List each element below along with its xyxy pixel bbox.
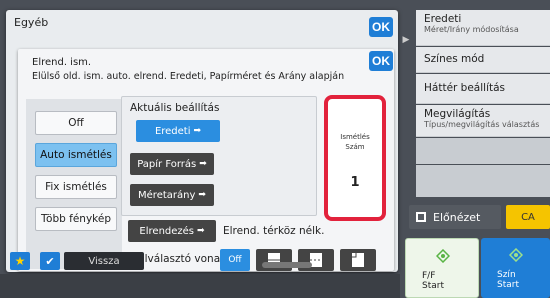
mode-multi-photo-button[interactable]: Több fénykép xyxy=(35,207,117,231)
preview-icon xyxy=(416,212,426,222)
right-item-background[interactable]: Háttér beállítás xyxy=(416,74,550,104)
separator-option-3-button[interactable] xyxy=(340,249,376,271)
preview-button[interactable]: Előnézet xyxy=(409,205,501,229)
mode-auto-repeat-button[interactable]: Auto ismétlés xyxy=(35,143,117,167)
back-button[interactable]: Vissza xyxy=(64,252,144,270)
separator-off-button[interactable]: Off xyxy=(220,249,250,271)
bw-start-button[interactable]: F/F Start xyxy=(405,238,479,298)
right-item-title: Megvilágítás xyxy=(424,108,491,120)
right-item-title: Színes mód xyxy=(424,53,485,65)
current-settings-box: Aktuális beállítás Eredeti ➡ Papír Forrá… xyxy=(121,96,317,216)
color-start-label: Szín Start xyxy=(497,270,519,290)
layout-button[interactable]: Elrendezés ➡ xyxy=(128,220,216,242)
bw-start-line1: F/F xyxy=(422,271,436,281)
right-item-title: Háttér beállítás xyxy=(424,82,506,94)
color-start-button[interactable]: Szín Start xyxy=(481,238,550,298)
right-item-exposure[interactable]: Megvilágítás Típus/megvilágítás választá… xyxy=(416,105,550,137)
repeat-count-label-line2: Szám xyxy=(345,143,365,151)
repeat-count-label-line1: Ismétlés xyxy=(340,133,370,141)
arrow-right-icon: ➡ xyxy=(193,126,202,136)
right-item-subtitle: Méret/Irány módosítása xyxy=(424,25,519,34)
bottom-bar xyxy=(0,274,400,298)
repeat-mode-list: Off Auto ismétlés Fix ismétlés Több fény… xyxy=(26,99,122,269)
diamond-start-icon xyxy=(436,249,450,263)
right-item-original[interactable]: Eredeti Méret/Irány módosítása xyxy=(416,10,550,46)
outer-panel-title: Egyéb xyxy=(14,16,49,29)
page-corner-icon xyxy=(352,253,364,267)
right-empty-slot xyxy=(416,138,550,164)
checkmark-icon[interactable]: ✔ xyxy=(40,252,60,270)
arrow-right-icon: ➡ xyxy=(197,226,205,236)
mode-off-button[interactable]: Off xyxy=(35,111,117,135)
arrow-right-icon: ➡ xyxy=(198,190,206,200)
dialog-title: Elrend. ism. xyxy=(32,57,92,68)
clear-all-button[interactable]: CA xyxy=(506,205,550,229)
right-empty-slot xyxy=(416,165,550,197)
original-button-label: Eredeti xyxy=(154,125,191,137)
repeat-count-value: 1 xyxy=(350,175,360,190)
original-button[interactable]: Eredeti ➡ xyxy=(136,120,220,142)
separator-line-label: Elválasztó vonal xyxy=(138,253,224,265)
side-expand-icon[interactable]: ▶ xyxy=(398,30,414,50)
repeat-count-box[interactable]: Ismétlés Szám 1 xyxy=(324,95,386,221)
paper-source-button[interactable]: Papír Forrás ➡ xyxy=(130,153,214,175)
color-start-line2: Start xyxy=(497,280,519,290)
preview-button-label: Előnézet xyxy=(433,210,481,224)
color-start-line1: Szín xyxy=(497,270,516,280)
right-item-subtitle: Típus/megvilágítás választás xyxy=(424,120,540,129)
repeat-layout-dialog: Elrend. ism. Elülső old. ism. auto. elre… xyxy=(18,49,394,271)
bw-start-line2: Start xyxy=(422,281,444,291)
ratio-button[interactable]: Méretarány ➡ xyxy=(130,184,214,206)
bw-start-label: F/F Start xyxy=(422,271,444,291)
right-item-title: Eredeti xyxy=(424,13,462,25)
layout-button-label: Elrendezés xyxy=(139,225,195,237)
favorite-star-icon[interactable]: ★ xyxy=(10,252,30,270)
dialog-ok-button[interactable]: OK xyxy=(369,51,393,71)
dialog-description: Elülső old. ism. auto. elrend. Eredeti, … xyxy=(32,71,345,82)
current-settings-label: Aktuális beállítás xyxy=(130,102,220,114)
diamond-start-icon xyxy=(509,248,523,262)
outer-ok-button[interactable]: OK xyxy=(369,17,393,37)
paper-source-button-label: Papír Forrás xyxy=(137,158,197,170)
repeat-count-label: Ismétlés Szám xyxy=(328,132,382,152)
right-item-color-mode[interactable]: Színes mód xyxy=(416,47,550,73)
drag-handle[interactable] xyxy=(262,262,312,268)
arrow-right-icon: ➡ xyxy=(199,159,207,169)
ratio-button-label: Méretarány xyxy=(138,189,196,201)
layout-status: Elrend. térköz nélk. xyxy=(223,225,325,237)
mode-fixed-repeat-button[interactable]: Fix ismétlés xyxy=(35,175,117,199)
